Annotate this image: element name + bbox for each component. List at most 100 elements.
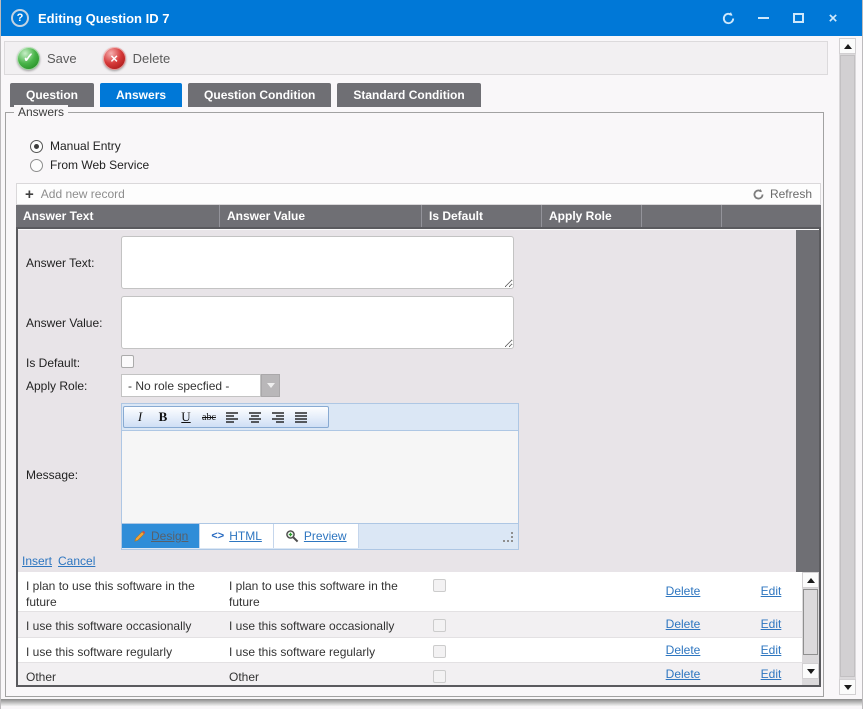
close-button[interactable]: × [820, 6, 846, 30]
scrollbar-thumb[interactable] [840, 55, 855, 677]
table-row[interactable]: I use this software occasionally I use t… [18, 612, 819, 638]
cell-apply-role [543, 638, 643, 662]
dialog-window: ? Editing Question ID 7 × ✓ Save × Delet… [0, 0, 863, 709]
maximize-icon [793, 13, 804, 23]
save-button-label: Save [47, 51, 77, 66]
align-right-button[interactable] [267, 408, 289, 426]
justify-button[interactable] [290, 408, 312, 426]
refresh-grid-button[interactable]: Refresh [752, 187, 812, 201]
scroll-up-button[interactable] [839, 38, 856, 54]
answer-text-input[interactable] [121, 236, 514, 289]
delete-button[interactable]: × Delete [103, 47, 171, 70]
column-header-delete [641, 205, 721, 227]
code-icon: <> [211, 530, 224, 542]
refresh-window-button[interactable] [715, 6, 741, 30]
message-label: Message: [26, 468, 78, 482]
minimize-button[interactable] [750, 6, 776, 30]
preview-mode-label: Preview [304, 529, 347, 543]
edit-row-link[interactable]: Edit [761, 583, 782, 599]
table-row[interactable]: Other Other Delete Edit [18, 663, 819, 685]
align-center-button[interactable] [244, 408, 266, 426]
tab-answers[interactable]: Answers [100, 83, 182, 107]
edit-row-gutter [796, 230, 819, 572]
add-new-record-label: Add new record [41, 187, 125, 201]
resize-grip-icon[interactable] [502, 531, 513, 542]
scroll-down-button[interactable] [802, 663, 819, 679]
insert-link[interactable]: Insert [22, 554, 52, 568]
editor-mode-bar: Design <> HTML Preview [122, 524, 518, 548]
scrollbar-thumb[interactable] [803, 589, 818, 655]
delete-row-link[interactable]: Delete [666, 616, 701, 632]
is-default-checkbox[interactable] [433, 619, 446, 632]
editor-mode-preview[interactable]: Preview [274, 524, 359, 548]
column-header-answer-value[interactable]: Answer Value [219, 205, 421, 227]
cancel-link[interactable]: Cancel [58, 554, 95, 568]
radio-icon [30, 140, 43, 153]
scroll-down-button[interactable] [839, 679, 856, 695]
tab-question-condition[interactable]: Question Condition [188, 83, 331, 107]
arrow-up-icon [807, 578, 815, 583]
is-default-checkbox[interactable] [433, 670, 446, 683]
is-default-checkbox[interactable] [121, 355, 134, 368]
tab-strip: Question Answers Question Condition Stan… [10, 83, 481, 107]
answer-value-input[interactable] [121, 296, 514, 349]
column-header-answer-text[interactable]: Answer Text [16, 205, 219, 227]
editor-mode-html[interactable]: <> HTML [200, 524, 274, 548]
edit-row-link[interactable]: Edit [761, 666, 782, 682]
add-new-record-button[interactable]: + Add new record [25, 187, 125, 202]
cell-apply-role [543, 663, 643, 685]
editor-content-area[interactable] [122, 430, 518, 524]
chevron-down-icon [267, 383, 275, 388]
maximize-button[interactable] [785, 6, 811, 30]
save-button[interactable]: ✓ Save [17, 47, 77, 70]
table-row[interactable]: I plan to use this software in the futur… [18, 572, 819, 612]
edit-form: Answer Text: Answer Value: Is Default: A… [18, 229, 819, 572]
delete-row-link[interactable]: Delete [666, 642, 701, 658]
titlebar: ? Editing Question ID 7 × [1, 0, 862, 36]
delete-row-link[interactable]: Delete [666, 666, 701, 682]
apply-role-select[interactable]: - No role specfied - [121, 374, 280, 397]
toolbar: ✓ Save × Delete [4, 41, 828, 75]
is-default-checkbox[interactable] [433, 645, 446, 658]
italic-button[interactable]: I [129, 408, 151, 426]
scroll-up-button[interactable] [802, 572, 819, 588]
align-left-button[interactable] [221, 408, 243, 426]
close-icon: × [829, 11, 838, 26]
delete-row-link[interactable]: Delete [666, 583, 701, 599]
table-row[interactable]: I use this software regularly I use this… [18, 638, 819, 663]
arrow-down-icon [844, 685, 852, 690]
bold-button[interactable]: B [152, 408, 174, 426]
grid-rows: I plan to use this software in the futur… [18, 572, 819, 685]
is-default-label: Is Default: [26, 356, 80, 370]
minimize-icon [758, 17, 769, 19]
dropdown-button[interactable] [261, 374, 280, 397]
editor-mode-design[interactable]: Design [122, 524, 200, 548]
cell-answer-text: I use this software regularly [18, 638, 221, 662]
apply-role-label: Apply Role: [26, 379, 87, 393]
edit-row-link[interactable]: Edit [761, 642, 782, 658]
column-header-is-default[interactable]: Is Default [421, 205, 541, 227]
grid-header: Answer Text Answer Value Is Default Appl… [16, 205, 821, 227]
radio-from-web-service[interactable]: From Web Service [30, 158, 149, 172]
answers-groupbox: Answers Manual Entry From Web Service + … [5, 112, 824, 697]
groupbox-legend: Answers [14, 105, 68, 119]
cell-answer-text: Other [18, 663, 221, 685]
column-header-apply-role[interactable]: Apply Role [541, 205, 641, 227]
radio-manual-entry-label: Manual Entry [50, 139, 121, 153]
tab-question[interactable]: Question [10, 83, 94, 107]
strikethrough-button[interactable]: abc [198, 408, 220, 426]
apply-role-selected-value: - No role specfied - [121, 374, 261, 397]
table-scrollbar[interactable] [802, 572, 819, 685]
help-icon[interactable]: ? [11, 9, 29, 27]
radio-manual-entry[interactable]: Manual Entry [30, 139, 121, 153]
underline-button[interactable]: U [175, 408, 197, 426]
tab-standard-condition[interactable]: Standard Condition [337, 83, 480, 107]
save-check-icon: ✓ [17, 47, 40, 70]
window-scrollbar[interactable] [839, 38, 856, 695]
radio-icon [30, 159, 43, 172]
cell-answer-text: I plan to use this software in the futur… [18, 572, 221, 611]
arrow-up-icon [844, 44, 852, 49]
is-default-checkbox[interactable] [433, 579, 446, 592]
edit-row-link[interactable]: Edit [761, 616, 782, 632]
cell-answer-value: I plan to use this software in the futur… [221, 572, 423, 611]
